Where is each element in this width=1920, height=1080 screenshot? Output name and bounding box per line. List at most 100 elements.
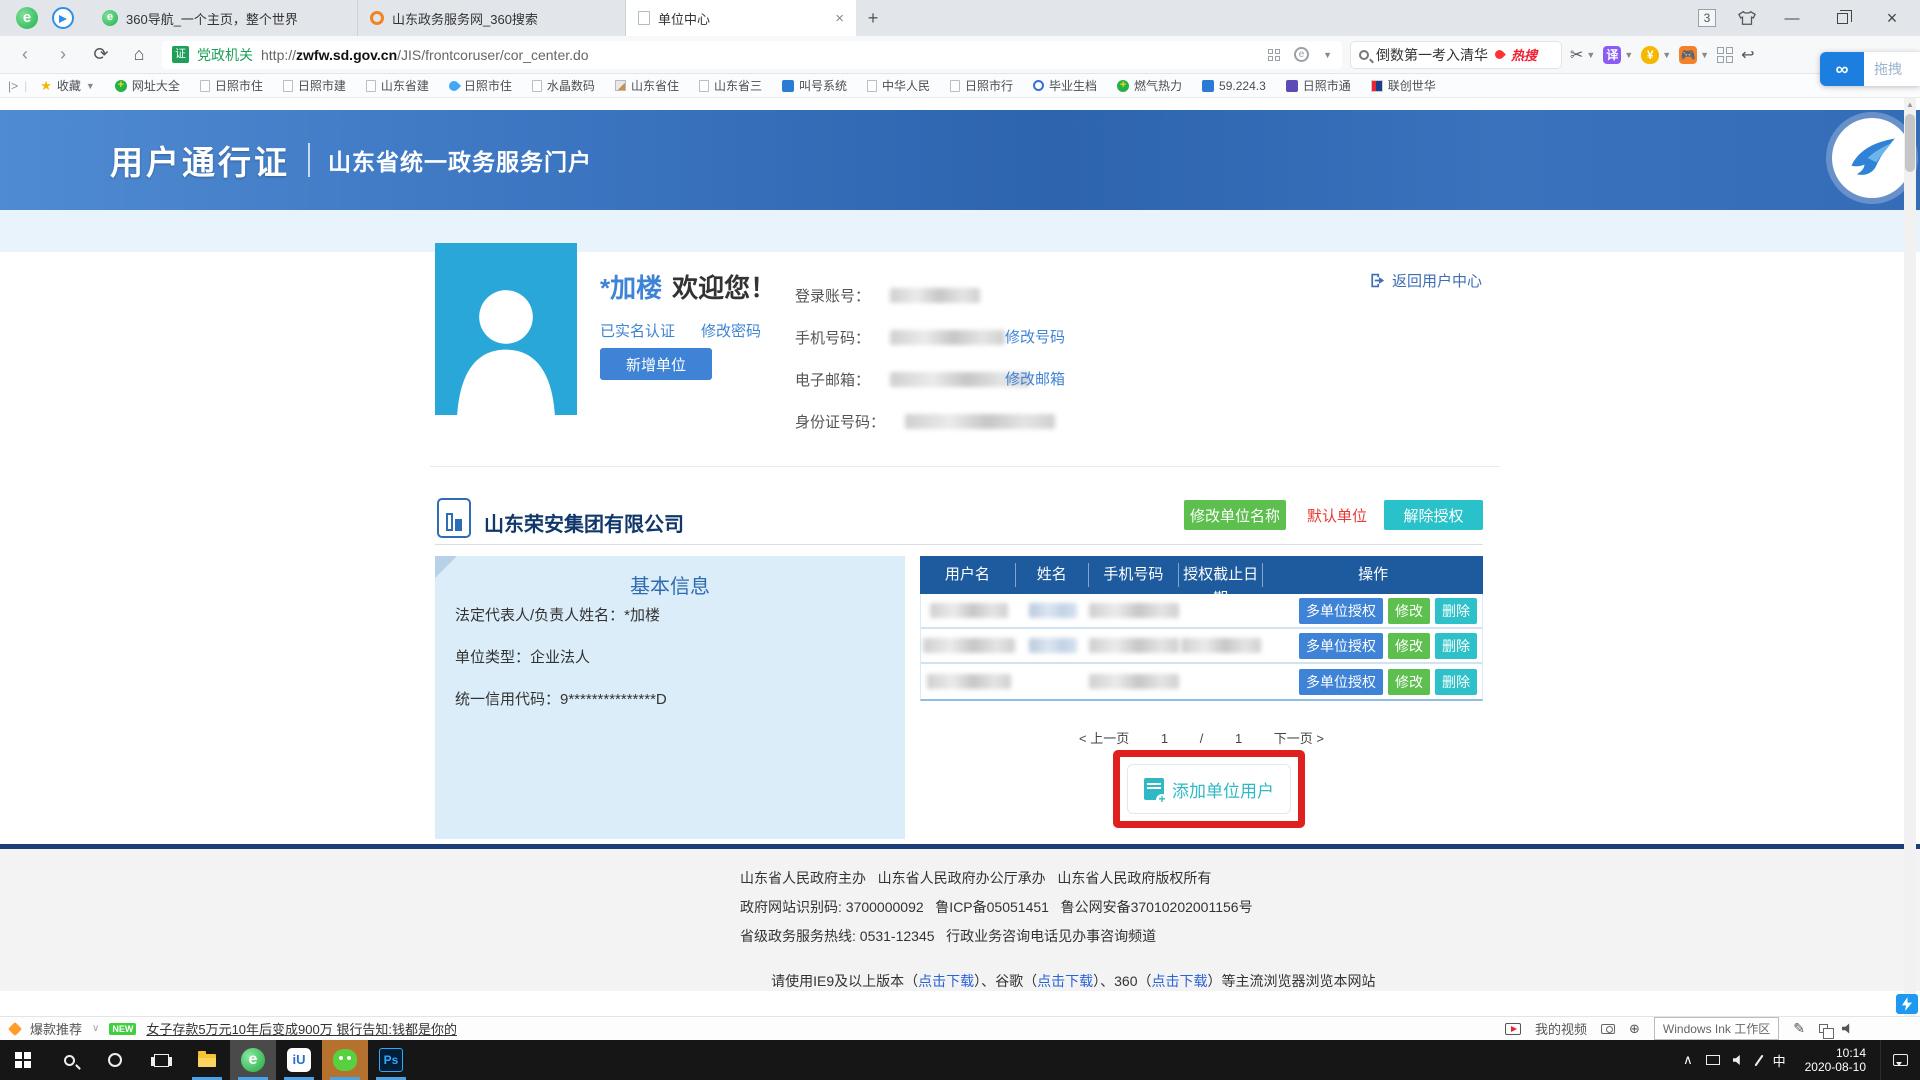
download-link[interactable]: 点击下载 — [918, 973, 974, 989]
tab-sd-gov-search[interactable]: 山东政务服务网_360搜索 — [358, 0, 626, 36]
edit-button[interactable]: 修改 — [1388, 598, 1430, 624]
cortana-button[interactable] — [92, 1040, 138, 1080]
browser-search-box[interactable]: 倒数第一考入清华 热搜 — [1350, 41, 1562, 69]
bookmark-item[interactable]: 日照市建 — [276, 77, 353, 94]
news-headline-link[interactable]: 女子存款5万元10年后变成900万 银行告知:钱都是你的 — [146, 1019, 457, 1038]
next-page-link[interactable]: 下一页 > — [1274, 731, 1324, 746]
add-unit-user-button[interactable]: 添加单位用户 — [1127, 764, 1291, 814]
iu-app-button[interactable]: iU — [276, 1040, 322, 1080]
change-password-link[interactable]: 修改密码 — [701, 320, 761, 341]
wallet-tool[interactable]: ¥▼ — [1641, 46, 1671, 64]
tab-close-icon[interactable]: × — [835, 10, 844, 27]
my-video-icon[interactable] — [1505, 1023, 1521, 1035]
refresh-icon[interactable]: ⟳ — [86, 44, 116, 65]
nav-paper-plane-icon[interactable] — [52, 7, 74, 29]
bookmark-item[interactable]: +燃气热力 — [1110, 77, 1189, 94]
tab-360-nav[interactable]: e 360导航_一个主页，整个世界 — [90, 0, 358, 36]
tab-unit-center-active[interactable]: 单位中心 × — [626, 0, 856, 36]
prev-page-link[interactable]: < 上一页 — [1079, 731, 1129, 746]
scrollbar-thumb[interactable] — [1905, 114, 1915, 172]
new-tab-button[interactable]: + — [856, 0, 890, 36]
pen-tray-icon[interactable] — [1754, 1054, 1763, 1066]
delete-button[interactable]: 删除 — [1435, 598, 1477, 624]
tab-count-badge[interactable]: 3 — [1698, 9, 1716, 27]
taskbar-clock[interactable]: 10:14 2020-08-10 — [1799, 1046, 1872, 1074]
download-link[interactable]: 点击下载 — [1037, 973, 1093, 989]
bookmark-item[interactable]: 毕业生档 — [1026, 77, 1104, 94]
url-dropdown-icon[interactable]: ▼ — [1323, 50, 1332, 60]
compat-mode-icon[interactable]: e — [1294, 47, 1309, 62]
bookmark-item[interactable]: 水晶数码 — [525, 77, 602, 94]
hot-search-label[interactable]: 热搜 — [1511, 45, 1537, 64]
scroll-up-icon[interactable]: ▲ — [1904, 100, 1916, 109]
multi-auth-button[interactable]: 多单位授权 — [1299, 669, 1383, 695]
browser-360-logo-icon[interactable]: e — [16, 7, 38, 29]
task-view-button[interactable] — [138, 1040, 184, 1080]
netdisk-drag-popup[interactable]: ∞ 拖拽 — [1820, 52, 1920, 86]
delete-button[interactable]: 删除 — [1435, 669, 1477, 695]
edit-button[interactable]: 修改 — [1388, 633, 1430, 659]
speed-mode-badge[interactable] — [1896, 994, 1918, 1014]
windows-ink-workspace[interactable]: Windows Ink 工作区 — [1654, 1017, 1779, 1040]
change-email-link[interactable]: 修改邮箱 — [1005, 368, 1065, 389]
action-center-button[interactable] — [1880, 1040, 1920, 1080]
my-video-label[interactable]: 我的视频 — [1535, 1019, 1587, 1038]
recently-closed-icon[interactable]: ↩ — [1741, 45, 1754, 65]
page-scrollbar[interactable]: ▲ — [1904, 98, 1916, 1016]
speaker-icon[interactable] — [1842, 1023, 1854, 1035]
back-icon[interactable]: ‹ — [10, 44, 40, 65]
bookmark-item[interactable]: 联创世华 — [1364, 77, 1443, 94]
volume-icon[interactable] — [1733, 1054, 1745, 1066]
browser-360-button[interactable]: e — [230, 1040, 276, 1080]
return-user-center-link[interactable]: 返回用户中心 — [1368, 270, 1482, 291]
maximize-button[interactable] — [1828, 10, 1856, 27]
taskbar-search-button[interactable] — [46, 1040, 92, 1080]
chevron-down-icon[interactable]: ∨ — [92, 1023, 99, 1034]
display-icon[interactable] — [1706, 1055, 1720, 1065]
file-explorer-button[interactable] — [184, 1040, 230, 1080]
change-phone-link[interactable]: 修改号码 — [1005, 326, 1065, 347]
tray-expand-icon[interactable]: ∧ — [1683, 1052, 1693, 1068]
bookmark-item[interactable]: 日照市行 — [943, 77, 1020, 94]
close-window-button[interactable]: × — [1878, 8, 1906, 29]
edit-button[interactable]: 修改 — [1388, 669, 1430, 695]
screenshot-tool[interactable]: ✂▼ — [1570, 45, 1595, 65]
pen-icon[interactable]: ✎ — [1793, 1020, 1805, 1037]
rename-company-button[interactable]: 修改单位名称 — [1184, 500, 1286, 530]
favorites-menu[interactable]: ★收藏▼ — [33, 77, 102, 94]
minimize-button[interactable]: — — [1778, 10, 1806, 27]
plus-circle-icon[interactable]: ⊕ — [1629, 1021, 1640, 1037]
ime-indicator[interactable]: 中 — [1773, 1051, 1786, 1070]
bookmark-item[interactable]: +网址大全 — [108, 77, 187, 94]
home-icon[interactable]: ⌂ — [124, 44, 154, 65]
url-input[interactable]: 证 党政机关 http://zwfw.sd.gov.cn/JIS/frontco… — [162, 41, 1342, 69]
default-company-button[interactable]: 默认单位 — [1300, 500, 1374, 530]
translate-tool[interactable]: 译▼ — [1603, 46, 1633, 64]
download-link[interactable]: 点击下载 — [1152, 973, 1208, 989]
bookmark-item[interactable]: 中华人民 — [860, 77, 937, 94]
camera-icon[interactable] — [1601, 1024, 1615, 1034]
bookmark-item[interactable]: 叫号系统 — [775, 77, 854, 94]
bookmarks-expand-icon[interactable]: |> — [8, 79, 18, 93]
reading-grid-icon[interactable] — [1268, 49, 1280, 61]
bookmark-item[interactable]: 日照市通 — [1279, 77, 1358, 94]
photoshop-button[interactable]: Ps — [368, 1040, 414, 1080]
bookmark-item[interactable]: 山东省三 — [692, 77, 769, 94]
skin-tshirt-icon[interactable] — [1738, 10, 1756, 26]
wechat-button[interactable] — [322, 1040, 368, 1080]
bookmark-item[interactable]: 山东省建 — [359, 77, 436, 94]
bookmark-item[interactable]: 59.224.3 — [1195, 79, 1273, 93]
bookmark-item[interactable]: 日照市住 — [442, 77, 519, 94]
bookmark-item[interactable]: 日照市住 — [193, 77, 270, 94]
start-button[interactable] — [0, 1040, 46, 1080]
promo-label[interactable]: 爆款推荐 — [30, 1019, 82, 1038]
delete-button[interactable]: 删除 — [1435, 633, 1477, 659]
overlap-windows-icon[interactable] — [1819, 1024, 1828, 1033]
verified-link[interactable]: 已实名认证 — [600, 320, 675, 341]
forward-icon[interactable]: › — [48, 44, 78, 65]
bookmark-item[interactable]: 山东省住 — [608, 77, 686, 94]
revoke-auth-button[interactable]: 解除授权 — [1384, 500, 1483, 530]
multi-auth-button[interactable]: 多单位授权 — [1299, 633, 1383, 659]
extensions-grid-icon[interactable] — [1717, 47, 1733, 63]
multi-auth-button[interactable]: 多单位授权 — [1299, 598, 1383, 624]
